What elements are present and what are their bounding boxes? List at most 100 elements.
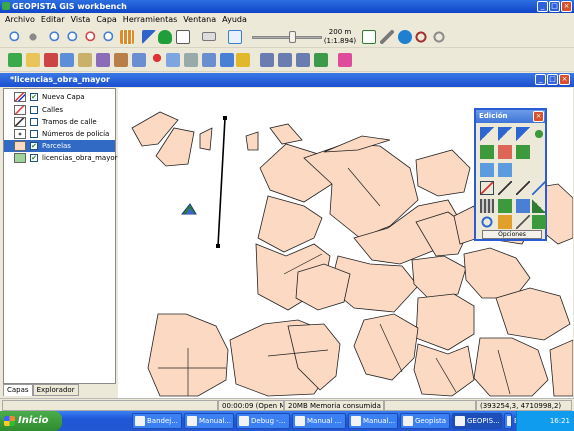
taskbar-item[interactable]: Manual... <box>348 413 398 429</box>
doc-close-button[interactable]: × <box>559 74 570 85</box>
grid-icon[interactable] <box>120 30 134 44</box>
layer-checkbox[interactable]: ✔ <box>30 154 38 162</box>
delete-layer-icon[interactable] <box>44 53 58 67</box>
zoom-extent-icon[interactable] <box>102 30 116 44</box>
zoom-slider-track[interactable] <box>252 36 322 39</box>
layer-properties-icon[interactable] <box>60 53 74 67</box>
minimize-button[interactable]: _ <box>537 1 548 12</box>
opciones-button[interactable]: Opciones <box>482 230 542 239</box>
cut-icon[interactable] <box>516 215 530 229</box>
layer-checkbox[interactable] <box>30 130 38 138</box>
palette-close-button[interactable]: × <box>533 111 544 122</box>
maximize-button[interactable]: □ <box>549 1 560 12</box>
measure-icon[interactable] <box>202 32 216 41</box>
document-titlebar[interactable]: *licencias_obra_mayor <box>0 73 574 87</box>
select-part-icon[interactable] <box>516 127 530 141</box>
map-icon[interactable] <box>166 53 180 67</box>
grid-fill-icon[interactable] <box>480 199 494 213</box>
query-icon[interactable] <box>96 53 110 67</box>
colorful-grid-icon[interactable] <box>338 53 352 67</box>
add-vertex-icon[interactable] <box>480 145 494 159</box>
taskbar-item[interactable]: Debug -... <box>236 413 290 429</box>
puzzle-icon[interactable] <box>132 53 146 67</box>
zoom-in-icon[interactable] <box>48 30 62 44</box>
undo-icon[interactable] <box>414 30 428 44</box>
shield-icon[interactable] <box>158 30 172 44</box>
doc-minimize-button[interactable]: _ <box>535 74 546 85</box>
lock-icon[interactable] <box>236 53 250 67</box>
menu-ayuda[interactable]: Ayuda <box>219 13 250 26</box>
start-button[interactable]: Inicio <box>0 411 62 431</box>
menu-vista[interactable]: Vista <box>68 13 94 26</box>
taskbar-item[interactable] <box>504 413 512 429</box>
globe-icon[interactable] <box>398 30 412 44</box>
union-icon[interactable] <box>498 215 512 229</box>
draw-linestring-icon[interactable] <box>498 181 512 195</box>
doc-maximize-button[interactable]: □ <box>547 74 558 85</box>
select-arrow-icon[interactable] <box>142 30 156 44</box>
check-icon[interactable] <box>532 215 546 229</box>
draw-rectangle-icon[interactable] <box>516 199 530 213</box>
rotate-icon[interactable] <box>498 163 512 177</box>
layer-checkbox[interactable] <box>30 118 38 126</box>
window-icon[interactable] <box>202 53 216 67</box>
layer-item-licencias-obra-mayor[interactable]: ✔ licencias_obra_mayor <box>4 152 118 164</box>
taskbar-item[interactable]: Geopista <box>400 413 450 429</box>
layer-item-numeros-de-policia[interactable]: Números de policía <box>4 128 115 140</box>
close-button[interactable]: × <box>561 1 572 12</box>
snap-icon[interactable] <box>480 163 494 177</box>
draw-line-icon[interactable] <box>480 181 494 195</box>
draw-triangle-icon[interactable] <box>532 199 546 213</box>
table-icon[interactable] <box>78 53 92 67</box>
pin-icon[interactable] <box>150 53 164 67</box>
edit-icon[interactable] <box>362 30 376 44</box>
zoom-out-icon[interactable] <box>66 30 80 44</box>
tab-capas[interactable]: Capas <box>3 384 33 396</box>
pencil-icon[interactable] <box>380 30 394 44</box>
taskbar-item[interactable]: Manual... <box>184 413 234 429</box>
select-feature-icon[interactable] <box>480 127 494 141</box>
zoom-icon[interactable] <box>8 30 22 44</box>
move-vertex-icon[interactable] <box>516 145 530 159</box>
layer-checkbox[interactable]: ✔ <box>30 93 38 101</box>
menu-capa[interactable]: Capa <box>93 13 119 26</box>
window-titlebar[interactable]: GEOPISTA GIS workbench <box>0 0 574 13</box>
delete-vertex-icon[interactable] <box>498 145 512 159</box>
info-icon[interactable] <box>176 30 190 44</box>
redo-icon[interactable] <box>432 30 446 44</box>
export-icon[interactable] <box>220 53 234 67</box>
scale-icon[interactable] <box>228 30 242 44</box>
menu-ventana[interactable]: Ventana <box>180 13 219 26</box>
house-icon[interactable] <box>114 53 128 67</box>
draw-polygon-icon[interactable] <box>498 199 512 213</box>
open-folder-icon[interactable] <box>26 53 40 67</box>
refresh-icon[interactable] <box>480 215 494 229</box>
new-layer-icon[interactable] <box>8 53 22 67</box>
plugin3-icon[interactable] <box>296 53 310 67</box>
tab-explorador[interactable]: Explorador <box>32 384 79 396</box>
taskbar-item[interactable]: Manual ... <box>292 413 346 429</box>
layer-item-parcelas[interactable]: ✔ Parcelas <box>4 140 115 152</box>
layer-checkbox[interactable]: ✔ <box>30 142 38 150</box>
move-icon[interactable] <box>532 127 546 141</box>
layer-item-tramos-de-calle[interactable]: Tramos de calle <box>4 116 115 128</box>
menu-archivo[interactable]: Archivo <box>2 13 38 26</box>
document-title: *licencias_obra_mayor <box>10 75 110 84</box>
draw-point-icon[interactable] <box>532 181 546 195</box>
select-vertex-icon[interactable] <box>498 127 512 141</box>
zoom-slider-thumb[interactable] <box>289 31 296 43</box>
menu-editar[interactable]: Editar <box>38 13 68 26</box>
menu-herramientas[interactable]: Herramientas <box>120 13 181 26</box>
print-icon[interactable] <box>184 53 198 67</box>
taskbar-item[interactable]: Bandej... <box>132 413 182 429</box>
plugin2-icon[interactable] <box>278 53 292 67</box>
taskbar-item-active[interactable]: GEOPIS... <box>452 413 502 429</box>
zoom-previous-icon[interactable] <box>84 30 98 44</box>
layer-item-nueva-capa[interactable]: ✔ Nueva Capa <box>4 91 115 103</box>
layer-item-calles[interactable]: Calles <box>4 104 115 116</box>
draw-polyline-icon[interactable] <box>516 181 530 195</box>
pan-icon[interactable] <box>26 30 40 44</box>
layer-checkbox[interactable] <box>30 106 38 114</box>
plugin4-icon[interactable] <box>314 53 328 67</box>
plugin-icon[interactable] <box>260 53 274 67</box>
